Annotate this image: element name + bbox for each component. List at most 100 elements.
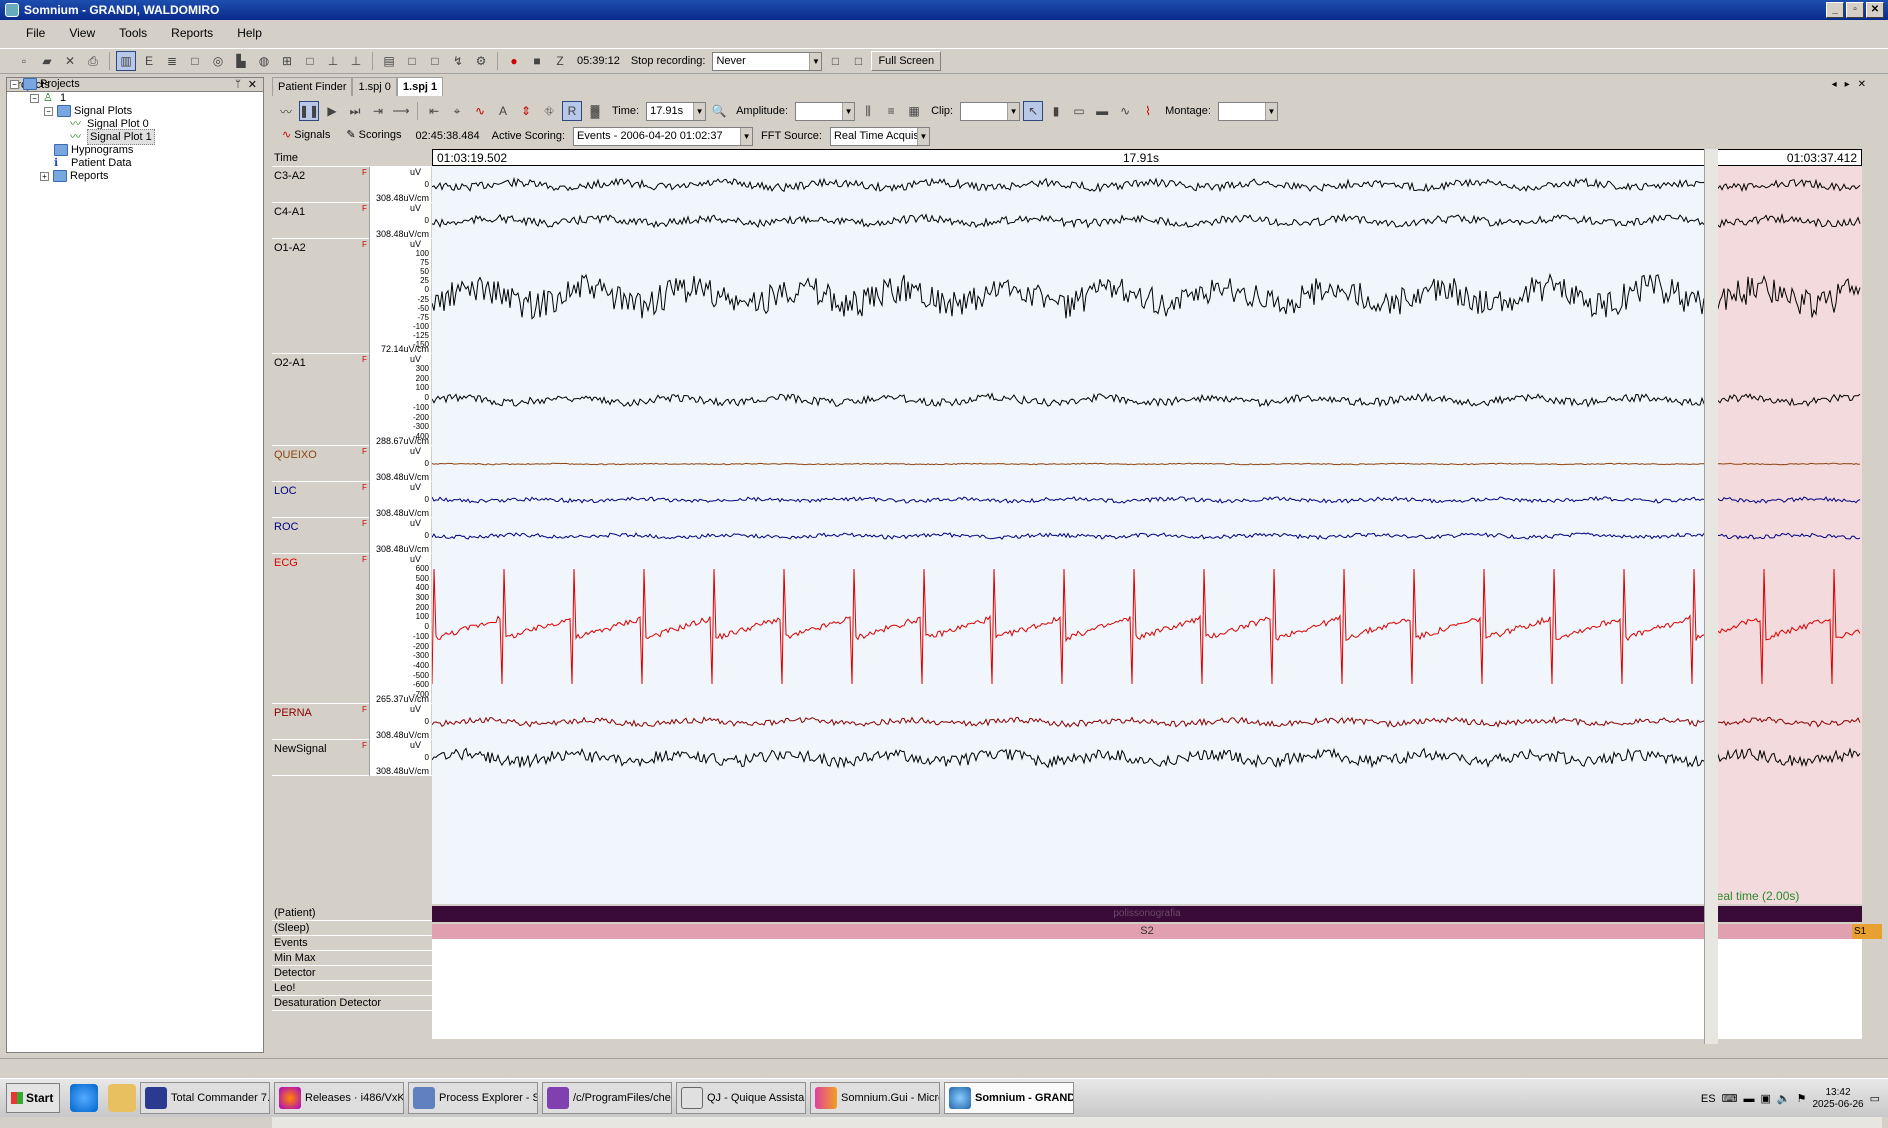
volume-icon[interactable]: 🔈 xyxy=(1777,1092,1791,1105)
menu-reports[interactable]: Reports xyxy=(159,26,225,40)
play-icon[interactable]: ▶ xyxy=(322,101,342,121)
measure-icon[interactable]: ▭ xyxy=(1069,101,1089,121)
channel-row[interactable]: C3-A2 FuV 0 308.48uV/cm xyxy=(272,167,432,203)
menu-help[interactable]: Help xyxy=(225,26,274,40)
channel-row[interactable]: QUEIXO FuV 0 308.48uV/cm xyxy=(272,446,432,482)
globe-icon[interactable]: ◍ xyxy=(254,51,274,71)
patient-scoring-bar[interactable]: polissonografia xyxy=(432,906,1862,922)
minimize-button[interactable]: _ xyxy=(1826,2,1844,18)
start-button[interactable]: Start xyxy=(6,1083,60,1113)
scorings-button[interactable]: ✎ Scorings xyxy=(340,126,407,146)
line-icon[interactable]: ⟶ xyxy=(391,101,411,121)
sleep-stage-next[interactable]: S1 xyxy=(1852,924,1882,939)
bars-icon[interactable]: ⫼ xyxy=(858,101,878,121)
open-icon[interactable]: ▰ xyxy=(37,51,57,71)
monitor-icon[interactable]: ▤ xyxy=(379,51,399,71)
channel-row[interactable]: O1-A2 FuV 100 75 50 25 0 -25 -50 -75 -100 -125 -150 7… xyxy=(272,239,432,354)
spectrum-icon[interactable]: ▬ xyxy=(1092,101,1112,121)
active-scoring-select[interactable]: Events - 2006-04-20 01:02:37 ▼ xyxy=(573,126,754,146)
scoring-row-label[interactable]: (Sleep) xyxy=(272,921,432,936)
square3-icon[interactable]: □ xyxy=(825,51,845,71)
tree-item-signal-plot-1[interactable]: 〰 Signal Plot 1 xyxy=(70,129,155,145)
step-icon[interactable]: ⇥ xyxy=(368,101,388,121)
menu-view[interactable]: View xyxy=(57,26,107,40)
channel-row[interactable]: ECG FuV 600 500 400 300 200 100 0 -100 -200 -300 -40… xyxy=(272,554,432,704)
stop-icon[interactable]: ■ xyxy=(527,51,547,71)
vertical-scrollbar[interactable] xyxy=(1704,149,1718,1044)
square2-icon[interactable]: □ xyxy=(425,51,445,71)
task-msys[interactable]: /c/ProgramFiles/chec... xyxy=(542,1082,672,1114)
scoring-row-label[interactable]: Leo! xyxy=(272,981,432,996)
tree-item-patient-data[interactable]: ℹ Patient Data xyxy=(54,156,132,170)
palette-icon[interactable]: ▦ xyxy=(904,101,924,121)
signals-button[interactable]: ∿ Signals xyxy=(276,126,336,146)
montage-icon[interactable]: ≣ xyxy=(162,51,182,71)
tab-navigation[interactable]: ◂▸✕ xyxy=(1832,79,1874,90)
tree-item-1[interactable]: − ♙ 1 xyxy=(30,91,66,105)
close-button[interactable]: ✕ xyxy=(1866,2,1884,18)
search-icon[interactable]: 🔍 xyxy=(709,101,729,121)
battery-icon[interactable]: ▬ xyxy=(1743,1093,1754,1105)
scoring-row-label[interactable]: Events xyxy=(272,936,432,951)
signal-menu-icon[interactable]: 〰 xyxy=(276,101,296,121)
connect-icon[interactable]: ↯ xyxy=(448,51,468,71)
chart-icon[interactable]: ⊥ xyxy=(323,51,343,71)
color-icon[interactable]: ▓ xyxy=(585,101,605,121)
scoring-row-label[interactable]: Detector xyxy=(272,966,432,981)
tree-item-projects[interactable]: − Projects xyxy=(10,77,80,91)
keyboard-icon[interactable]: ⌨ xyxy=(1722,1092,1738,1105)
clip-select[interactable]: ▼ xyxy=(960,101,1021,121)
scoring-row-label[interactable]: Desaturation Detector xyxy=(272,996,432,1011)
clock[interactable]: 13:42 2025-06-26 xyxy=(1812,1087,1863,1111)
task-visual-studio[interactable]: Somnium.Gui - Micros... xyxy=(810,1082,940,1114)
blank-icon[interactable]: □ xyxy=(185,51,205,71)
menu-file[interactable]: File xyxy=(14,26,57,40)
signal-plot[interactable]: 01:03:19.502 17.91s 01:03:37.412 Real ti… xyxy=(432,149,1882,1044)
pause-icon[interactable]: ❚❚ xyxy=(299,101,319,121)
fft-icon[interactable]: ∿ xyxy=(1115,101,1135,121)
tab-spj-0[interactable]: 1.spj 0 xyxy=(352,77,397,96)
wave-icon[interactable]: ∿ xyxy=(470,101,490,121)
task-process-explorer[interactable]: Process Explorer - Sy... xyxy=(408,1082,538,1114)
language-indicator[interactable]: ES xyxy=(1701,1093,1716,1105)
flag-icon[interactable]: ⚑ xyxy=(1797,1092,1807,1105)
channel-row[interactable]: ROC FuV 0 308.48uV/cm xyxy=(272,518,432,554)
pin-icon[interactable]: ᛘ xyxy=(235,78,241,92)
ruler-icon[interactable]: ▮ xyxy=(1046,101,1066,121)
scoring-row-label[interactable]: Min Max xyxy=(272,951,432,966)
network-icon[interactable]: ▣ xyxy=(1760,1092,1770,1105)
record-icon[interactable]: ● xyxy=(504,51,524,71)
sleep-scoring-bar[interactable]: S2 xyxy=(432,924,1862,939)
square4-icon[interactable]: □ xyxy=(848,51,868,71)
tree-item-signal-plots[interactable]: − Signal Plots xyxy=(44,104,132,118)
z-icon[interactable]: Z xyxy=(550,51,570,71)
cursor-icon[interactable]: ⌖ xyxy=(447,101,467,121)
internet-explorer-icon[interactable] xyxy=(70,1084,98,1112)
task-quique-assistant[interactable]: QJ - Quique Assistant... xyxy=(676,1082,806,1114)
realtime-icon[interactable]: R xyxy=(562,101,582,121)
stop-recording-select[interactable]: Never ▼ xyxy=(712,51,823,71)
fast-forward-icon[interactable]: ⏭ xyxy=(345,101,365,121)
channel-row[interactable]: NewSignal FuV 0 308.48uV/cm xyxy=(272,740,432,776)
record-settings-icon[interactable]: ◎ xyxy=(208,51,228,71)
window-icon[interactable]: □ xyxy=(300,51,320,71)
square-icon[interactable]: □ xyxy=(402,51,422,71)
scoring-rows-area[interactable] xyxy=(432,939,1862,1039)
amplitude-select[interactable]: ▼ xyxy=(795,101,856,121)
filter-icon[interactable]: ⛗ xyxy=(539,101,559,121)
show-desktop-icon[interactable]: ▭ xyxy=(1870,1092,1880,1105)
channel-row[interactable]: O2-A1 FuV 300 200 100 0 -100 -200 -300 -400 288.67… xyxy=(272,354,432,446)
scoring-row-label[interactable]: (Patient) xyxy=(272,906,432,921)
events-icon[interactable]: E xyxy=(139,51,159,71)
task-somnium[interactable]: Somnium - GRAND... xyxy=(944,1082,1074,1114)
time-select[interactable]: 17.91s ▼ xyxy=(646,101,707,121)
graph-icon[interactable]: ⌇ xyxy=(1138,101,1158,121)
grid-icon[interactable]: ⊞ xyxy=(277,51,297,71)
histogram-icon[interactable]: ▙ xyxy=(231,51,251,71)
jump-start-icon[interactable]: ⇤ xyxy=(424,101,444,121)
menu-tools[interactable]: Tools xyxy=(107,26,159,40)
chart2-icon[interactable]: ⊥ xyxy=(346,51,366,71)
channel-row[interactable]: LOC FuV 0 308.48uV/cm xyxy=(272,482,432,518)
tree-item-reports[interactable]: + Reports xyxy=(40,169,109,183)
delete-icon[interactable]: ✕ xyxy=(60,51,80,71)
